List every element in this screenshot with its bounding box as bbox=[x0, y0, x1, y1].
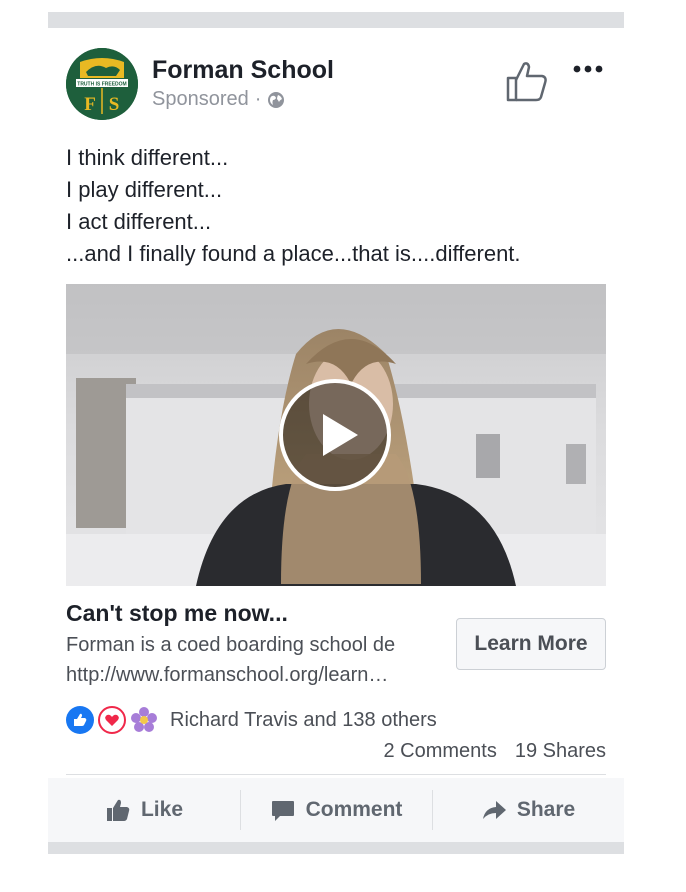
like-label: Like bbox=[140, 798, 184, 821]
video-player[interactable] bbox=[66, 284, 606, 586]
more-options-icon[interactable] bbox=[568, 54, 608, 84]
logo-motto: TRUTH IS FREEDOM bbox=[77, 82, 126, 88]
post-line: ...and I finally found a place...that is… bbox=[66, 241, 521, 266]
learn-more-button[interactable]: Learn More bbox=[456, 618, 606, 670]
flower-reaction-icon[interactable] bbox=[130, 706, 158, 734]
globe-icon bbox=[268, 91, 285, 108]
play-button-icon[interactable] bbox=[278, 378, 392, 492]
thumbs-up-icon bbox=[106, 799, 130, 821]
reactors-text[interactable]: Richard Travis and 138 others bbox=[170, 709, 437, 732]
logo-letter-f: F bbox=[84, 94, 96, 115]
post-line: I think different... bbox=[66, 145, 229, 170]
post-message: I think different... I play different...… bbox=[66, 142, 521, 270]
link-title[interactable]: Can't stop me now... bbox=[66, 600, 288, 627]
reactions-summary: Richard Travis and 138 others bbox=[66, 706, 437, 734]
sponsored-label: Sponsored · bbox=[152, 88, 285, 111]
sponsored-separator: · bbox=[254, 88, 262, 110]
share-label: Share bbox=[516, 798, 576, 821]
sponsored-post-card: TRUTH IS FREEDOM F S Forman School Spons… bbox=[48, 28, 624, 842]
logo-letter-s: S bbox=[109, 94, 120, 115]
comment-button[interactable]: Comment bbox=[240, 778, 432, 842]
link-description[interactable]: Forman is a coed boarding school de bbox=[66, 634, 416, 657]
like-reaction-icon[interactable] bbox=[66, 706, 94, 734]
page-avatar-logo[interactable]: TRUTH IS FREEDOM F S bbox=[66, 48, 138, 120]
post-line: I play different... bbox=[66, 177, 223, 202]
like-page-icon[interactable] bbox=[504, 58, 550, 104]
like-button[interactable]: Like bbox=[48, 778, 240, 842]
post-action-bar: Like Comment Share bbox=[48, 778, 624, 842]
feed-separator-bottom bbox=[48, 842, 624, 854]
engagement-counts: 2 Comments 19 Shares bbox=[383, 740, 606, 763]
sponsored-text[interactable]: Sponsored bbox=[152, 88, 249, 111]
shares-count[interactable]: 19 Shares bbox=[515, 740, 606, 763]
love-reaction-icon[interactable] bbox=[98, 706, 126, 734]
share-button[interactable]: Share bbox=[432, 778, 624, 842]
divider bbox=[66, 774, 606, 775]
link-url[interactable]: http://www.formanschool.org/learn… bbox=[66, 664, 416, 687]
post-line: I act different... bbox=[66, 209, 212, 234]
feed-separator-top bbox=[48, 12, 624, 28]
share-arrow-icon bbox=[482, 801, 506, 819]
comment-icon bbox=[271, 801, 294, 821]
comment-label: Comment bbox=[305, 798, 403, 821]
comments-count[interactable]: 2 Comments bbox=[383, 740, 496, 763]
page-name-link[interactable]: Forman School bbox=[152, 56, 334, 85]
